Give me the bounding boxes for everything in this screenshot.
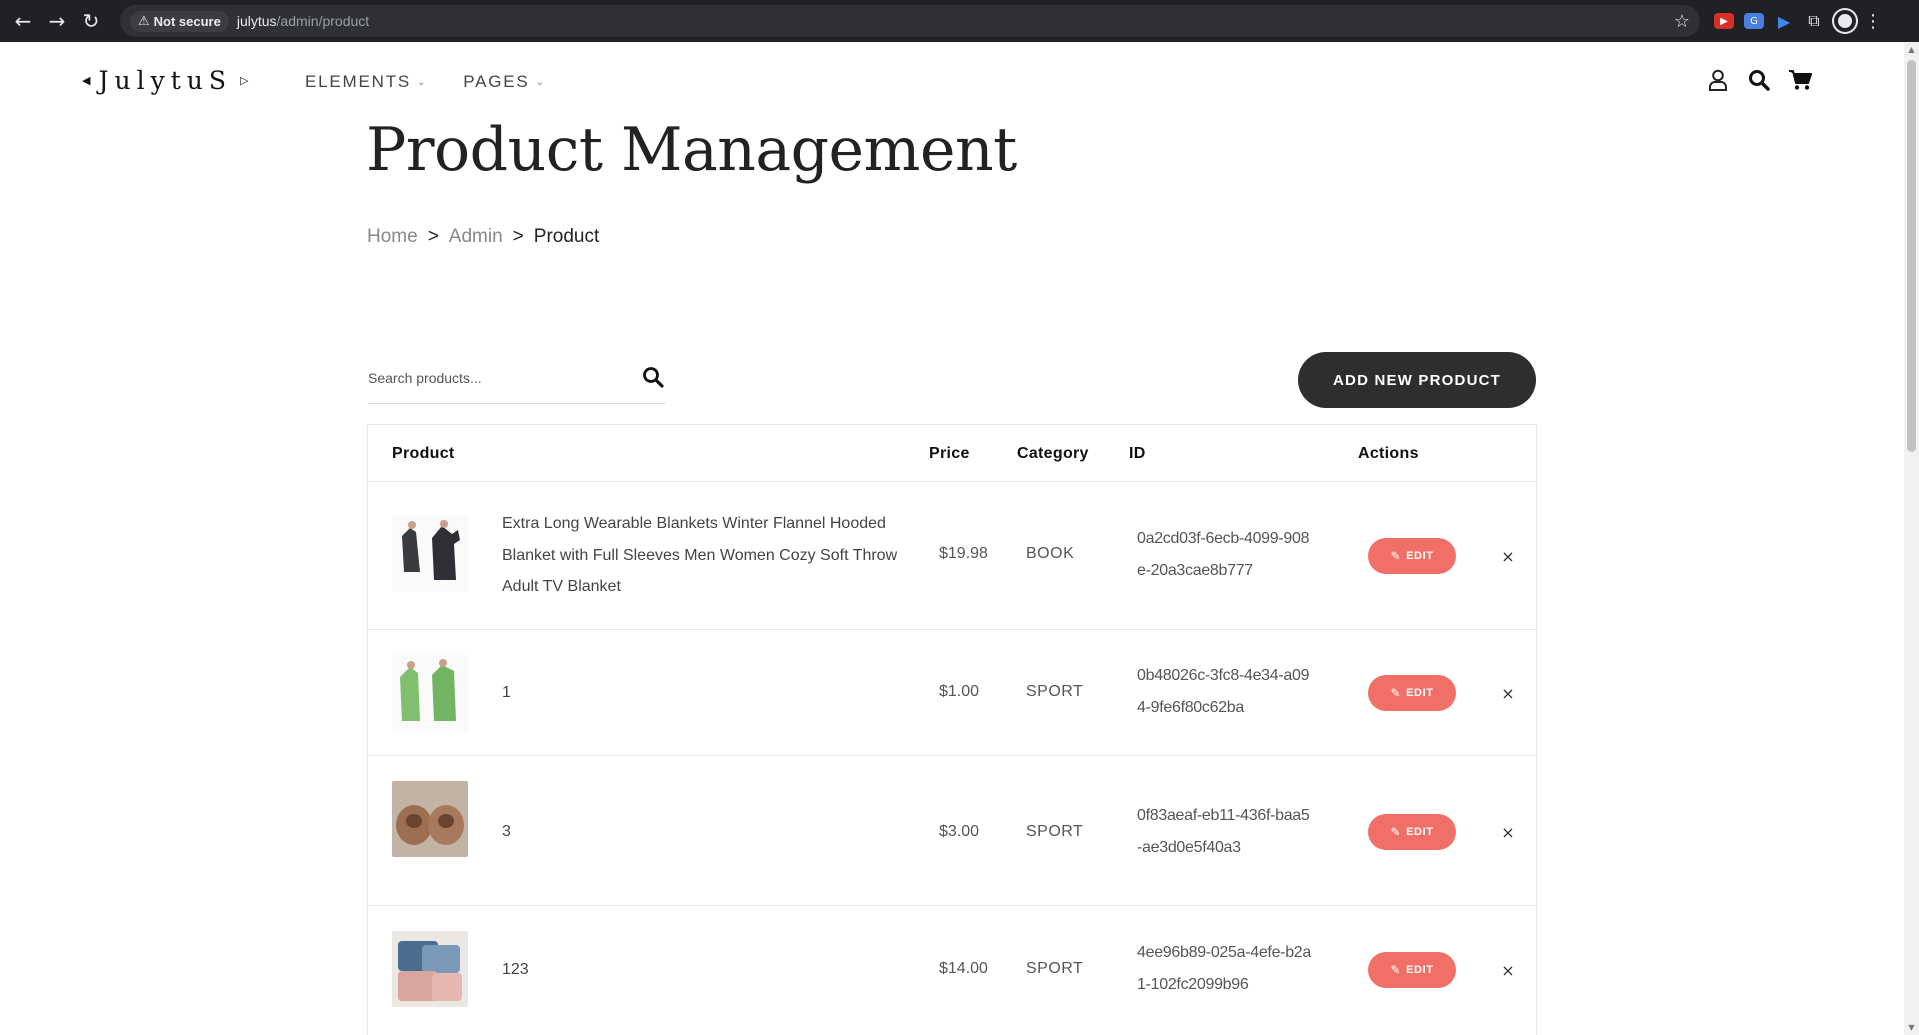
logo-right-triangle-icon: ▷	[240, 74, 249, 87]
column-header-price: Price	[929, 445, 970, 462]
product-category: SPORT	[1026, 823, 1084, 840]
nav-item-elements[interactable]: ELEMENTS ⌄	[305, 72, 427, 92]
edit-button[interactable]: ✎ EDIT	[1368, 675, 1456, 711]
scroll-up-arrow-icon[interactable]: ▲	[1904, 42, 1919, 57]
chevron-down-icon: ⌄	[417, 76, 428, 88]
product-category: SPORT	[1026, 960, 1084, 977]
edit-icon: ✎	[1390, 686, 1402, 700]
edit-button[interactable]: ✎ EDIT	[1368, 538, 1456, 574]
address-bar[interactable]: ⚠ Not secure julytus/admin/product ☆	[120, 5, 1700, 37]
breadcrumb-admin[interactable]: Admin	[449, 226, 503, 248]
user-icon[interactable]	[1706, 68, 1730, 92]
profile-avatar[interactable]	[1834, 10, 1856, 32]
kebab-menu-icon[interactable]: ⋮	[1864, 11, 1882, 32]
product-thumbnail	[392, 655, 468, 731]
delete-icon[interactable]: ×	[1498, 822, 1518, 842]
column-header-id: ID	[1129, 445, 1146, 462]
scroll-thumb[interactable]	[1907, 60, 1916, 452]
breadcrumb-separator: >	[427, 226, 439, 247]
edit-icon: ✎	[1390, 825, 1402, 839]
product-name: Extra Long Wearable Blankets Winter Flan…	[502, 515, 898, 595]
table-row: 123 $14.00 SPORT 4ee96b89-025a-4efe-b2a1…	[368, 906, 1536, 1035]
breadcrumb: Home > Admin > Product	[367, 226, 599, 248]
add-new-product-button[interactable]: ADD NEW PRODUCT	[1298, 352, 1536, 408]
edit-label: EDIT	[1406, 826, 1434, 838]
search-bar	[368, 358, 666, 404]
back-icon[interactable]: ←	[6, 4, 40, 38]
main-nav: ELEMENTS ⌄ PAGES ⌄	[305, 72, 546, 92]
breadcrumb-home[interactable]: Home	[367, 226, 418, 248]
edit-icon: ✎	[1390, 549, 1402, 563]
table-header: Product Price Category ID Actions	[368, 425, 1536, 482]
product-thumbnail	[392, 516, 468, 592]
product-id: 0a2cd03f-6ecb-4099-908e-20a3cae8b777	[1137, 530, 1310, 579]
search-icon[interactable]	[640, 364, 666, 390]
product-category: SPORT	[1026, 683, 1084, 700]
translate-extension-icon[interactable]: G	[1744, 13, 1764, 29]
delete-icon[interactable]: ×	[1498, 960, 1518, 980]
search-input[interactable]	[368, 358, 618, 398]
edit-button[interactable]: ✎ EDIT	[1368, 814, 1456, 850]
product-price: $3.00	[939, 823, 980, 840]
delete-icon[interactable]: ×	[1498, 546, 1518, 566]
warning-icon: ⚠	[138, 13, 150, 29]
product-name: 1	[502, 684, 511, 701]
logo-text: JulytuS	[98, 66, 232, 95]
product-id: 0f83aeaf-eb11-436f-baa5-ae3d0e5f40a3	[1137, 807, 1310, 856]
site-logo[interactable]: ◀ JulytuS ▷	[74, 66, 256, 95]
product-id: 0b48026c-3fc8-4e34-a094-9fe6f80c62ba	[1137, 667, 1310, 716]
edit-label: EDIT	[1406, 550, 1434, 562]
product-thumbnail	[392, 931, 468, 1007]
url-host: julytus	[236, 13, 277, 29]
product-name: 123	[502, 961, 529, 978]
product-price: $19.98	[939, 545, 988, 562]
breadcrumb-current: Product	[533, 226, 600, 247]
cart-icon[interactable]	[1788, 68, 1812, 92]
youtube-extension-icon[interactable]: ▶	[1714, 13, 1734, 29]
scroll-down-arrow-icon[interactable]: ▼	[1904, 1020, 1919, 1035]
logo-left-triangle-icon: ◀	[82, 74, 91, 87]
product-price: $14.00	[939, 960, 988, 977]
browser-toolbar: ← → ↻ ⚠ Not secure julytus/admin/product…	[0, 0, 1919, 42]
edit-icon: ✎	[1390, 963, 1402, 977]
nav-item-pages[interactable]: PAGES ⌄	[463, 72, 546, 92]
column-header-category: Category	[1017, 445, 1089, 462]
url-path: /admin/product	[276, 13, 370, 29]
page-scrollbar[interactable]: ▲ ▼	[1904, 42, 1919, 1035]
security-label: Not secure	[153, 13, 221, 29]
delete-icon[interactable]: ×	[1498, 683, 1518, 703]
table-row: 3 $3.00 SPORT 0f83aeaf-eb11-436f-baa5-ae…	[368, 756, 1536, 906]
forward-icon[interactable]: →	[40, 4, 74, 38]
edit-label: EDIT	[1406, 687, 1434, 699]
url-text[interactable]: julytus/admin/product	[237, 13, 369, 29]
breadcrumb-separator: >	[512, 226, 524, 247]
product-thumbnail	[392, 781, 468, 857]
site-header: ◀ JulytuS ▷ ELEMENTS ⌄ PAGES ⌄	[0, 42, 1904, 122]
nav-label: ELEMENTS	[305, 72, 412, 91]
product-id: 4ee96b89-025a-4efe-b2a1-102fc2099b96	[1137, 944, 1312, 993]
table-row: Extra Long Wearable Blankets Winter Flan…	[368, 482, 1536, 630]
search-icon[interactable]	[1747, 68, 1771, 92]
extensions-puzzle-icon[interactable]: ⧉	[1804, 11, 1824, 30]
product-price: $1.00	[939, 683, 980, 700]
column-header-product: Product	[392, 445, 455, 462]
chevron-down-icon: ⌄	[535, 76, 546, 88]
table-row: 1 $1.00 SPORT 0b48026c-3fc8-4e34-a094-9f…	[368, 630, 1536, 756]
edit-button[interactable]: ✎ EDIT	[1368, 952, 1456, 988]
security-chip[interactable]: ⚠ Not secure	[130, 10, 229, 32]
nav-label: PAGES	[463, 72, 530, 91]
product-name: 3	[502, 823, 511, 840]
column-header-actions: Actions	[1358, 445, 1419, 462]
edit-label: EDIT	[1406, 964, 1434, 976]
reload-icon[interactable]: ↻	[74, 4, 108, 38]
play-extension-icon[interactable]: ▶	[1774, 12, 1794, 31]
product-table: Product Price Category ID Actions Extra …	[367, 424, 1537, 1035]
product-category: BOOK	[1026, 545, 1075, 562]
page-title: Product Management	[366, 115, 1017, 185]
bookmark-star-icon[interactable]: ☆	[1674, 11, 1690, 32]
